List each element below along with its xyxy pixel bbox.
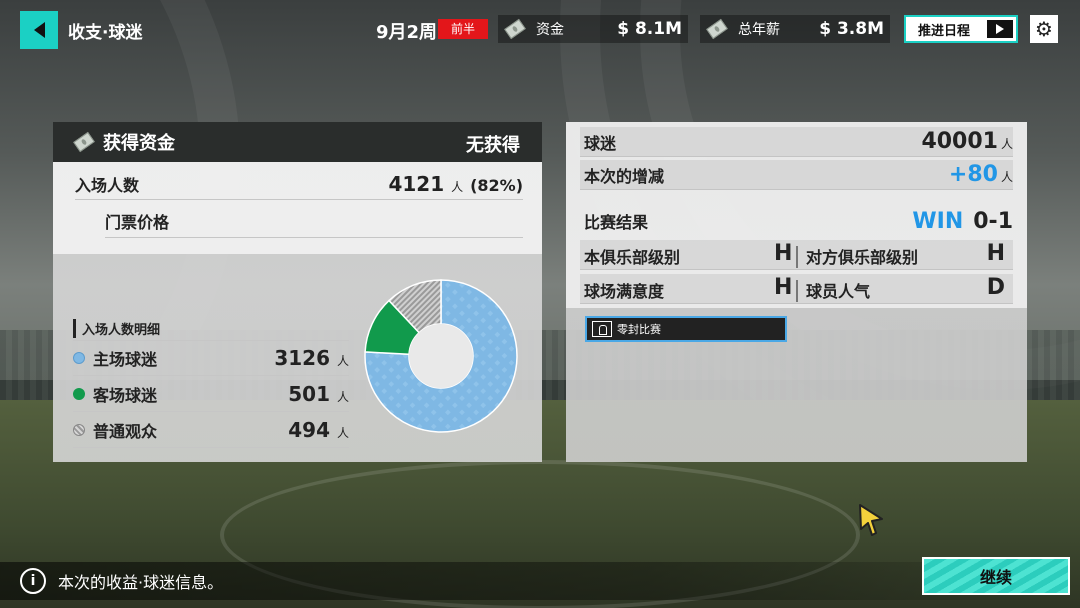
- unit: 人: [1000, 170, 1013, 184]
- unit: 人: [336, 389, 349, 404]
- ticket-price-row[interactable]: 门票价格: [105, 204, 523, 238]
- home-fans-count: 3126: [274, 346, 331, 370]
- settings-button[interactable]: ⚙: [1030, 15, 1058, 43]
- club-level-value: H: [774, 241, 793, 266]
- continue-label: 继续: [979, 568, 1012, 587]
- unit: 人: [1000, 137, 1013, 151]
- player-popularity-label: 球员人气: [806, 282, 871, 301]
- attendance-count: 4121: [388, 171, 445, 196]
- gear-icon: ⚙: [1035, 17, 1053, 41]
- home-fans-legend-icon: [73, 352, 85, 364]
- income-body: 入场人数 4121 人 (82%) 门票价格 入场人数明细 主场球迷 3126 …: [53, 162, 542, 462]
- list-item: 主场球迷 3126 人: [73, 340, 349, 376]
- fans-change-label: 本次的增减: [584, 166, 665, 186]
- stadium-row: 球场满意度 H 球员人气 D: [580, 274, 1013, 304]
- fans-change-count: +80: [948, 162, 998, 187]
- funds-value: $ 8.1M: [617, 19, 682, 39]
- top-bar: 收支·球迷 9月2周 前半 资金 $ 8.1M 总年薪 $ 3.8M 推进日程 …: [0, 0, 1080, 60]
- money-icon: [73, 131, 95, 153]
- income-title: 获得资金: [103, 133, 175, 154]
- info-icon: i: [20, 568, 46, 594]
- continue-button[interactable]: 继续: [922, 557, 1070, 595]
- attendance-unit: 人: [451, 179, 464, 194]
- attendance-donut-chart: [364, 279, 518, 433]
- opponent-level-label: 对方俱乐部级别: [806, 248, 919, 267]
- salary-label: 总年薪: [738, 22, 780, 38]
- breakdown-label: 普通观众: [93, 421, 158, 441]
- attendance-label: 入场人数: [75, 175, 140, 195]
- divider: [796, 246, 798, 268]
- money-icon: [504, 18, 526, 40]
- general-audience-legend-icon: [73, 423, 85, 436]
- breakdown-value: 3126 人: [274, 346, 349, 370]
- fans-row: 球迷 40001 人: [580, 127, 1013, 157]
- fans-value: 40001 人: [921, 129, 1013, 154]
- attendance-row: 入场人数 4121 人 (82%): [75, 168, 523, 200]
- fans-count: 40001: [921, 129, 998, 154]
- list-item: 普通观众 494 人: [73, 412, 349, 448]
- advance-schedule-label: 推进日程: [918, 23, 971, 39]
- breakdown-value: 501 人: [288, 382, 349, 406]
- footer-message: 本次的收益·球迷信息。: [58, 573, 224, 592]
- attendance-percent: (82%): [470, 175, 523, 195]
- unit: 人: [336, 354, 349, 368]
- stadium-satisfaction-value: H: [774, 275, 793, 300]
- divider: [796, 280, 798, 302]
- breakdown-label: 主场球迷: [93, 350, 158, 369]
- page-title: 收支·球迷: [68, 23, 143, 43]
- club-level-label: 本俱乐部级别: [584, 248, 681, 267]
- unit: 人: [336, 425, 349, 440]
- fans-change-value: +80 人: [949, 162, 1013, 187]
- salary-display: 总年薪 $ 3.8M: [700, 15, 890, 43]
- footer-bar: i 本次的收益·球迷信息。: [0, 562, 1080, 600]
- income-panel: 获得资金 无获得 入场人数 4121 人 (82%) 门票价格 入场人数明细 主…: [53, 122, 542, 462]
- donut-hole: [409, 324, 473, 388]
- fans-panel: 球迷 40001 人 本次的增减 +80 人 比赛结果 WIN 0-1 本俱乐部级别 …: [566, 122, 1027, 462]
- goal-keeper-icon: [592, 321, 612, 337]
- opponent-level-value: H: [986, 241, 1005, 266]
- back-button[interactable]: [20, 11, 58, 49]
- away-fans-legend-icon: [73, 387, 85, 400]
- away-fans-count: 501: [288, 381, 331, 406]
- player-popularity-value: D: [986, 275, 1005, 300]
- funds-label: 资金: [536, 22, 564, 38]
- match-result-value: WIN 0-1: [912, 209, 1013, 234]
- breakdown-value: 494 人: [288, 418, 349, 442]
- income-status: 无获得: [466, 135, 520, 156]
- mouse-cursor-icon: [859, 504, 883, 536]
- match-outcome: WIN: [912, 208, 964, 234]
- attendance-value: 4121 人 (82%): [388, 172, 523, 196]
- breakdown-label: 客场球迷: [93, 385, 158, 405]
- club-level-row: 本俱乐部级别 H 对方俱乐部级别 H: [580, 240, 1013, 270]
- match-result-row: 比赛结果 WIN 0-1: [580, 206, 1013, 236]
- clean-sheet-label: 零封比赛: [617, 323, 661, 336]
- match-result-label: 比赛结果: [584, 213, 649, 232]
- advance-schedule-button[interactable]: 推进日程: [904, 15, 1018, 43]
- funds-display: 资金 $ 8.1M: [498, 15, 688, 43]
- stadium-satisfaction-label: 球场满意度: [584, 282, 665, 301]
- match-score: 0-1: [973, 208, 1013, 234]
- money-icon: [706, 18, 728, 40]
- ticket-price-label: 门票价格: [105, 212, 170, 232]
- half-badge: 前半: [438, 19, 488, 39]
- play-icon: [987, 20, 1013, 38]
- income-header: 获得资金 无获得: [53, 122, 542, 162]
- week-indicator: 9月2周: [376, 22, 438, 43]
- list-item: 客场球迷 501 人: [73, 376, 349, 412]
- clean-sheet-bonus: 零封比赛: [585, 316, 787, 342]
- breakdown-title: 入场人数明细: [73, 319, 160, 338]
- general-audience-count: 494: [288, 417, 331, 442]
- salary-value: $ 3.8M: [819, 19, 884, 39]
- fans-label: 球迷: [584, 133, 617, 153]
- back-arrow-icon: [33, 22, 45, 38]
- fans-change-row: 本次的增减 +80 人: [580, 160, 1013, 190]
